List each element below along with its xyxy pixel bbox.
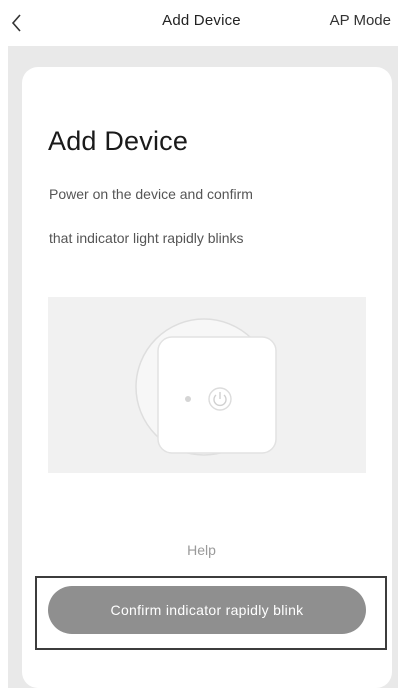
indicator-light (185, 396, 191, 402)
description-line-1: Power on the device and confirm (49, 186, 253, 202)
ap-mode-link[interactable]: AP Mode (330, 12, 391, 29)
help-link[interactable]: Help (0, 542, 403, 558)
add-device-screen: Add Device AP Mode Add Device Power on t… (0, 0, 403, 688)
device-drawing (135, 318, 277, 456)
description-line-2: that indicator light rapidly blinks (49, 230, 244, 246)
confirm-indicator-button[interactable]: Confirm indicator rapidly blink (48, 586, 366, 634)
top-bar: Add Device AP Mode (0, 0, 403, 46)
device-illustration (48, 297, 366, 473)
card-title: Add Device (48, 126, 189, 156)
